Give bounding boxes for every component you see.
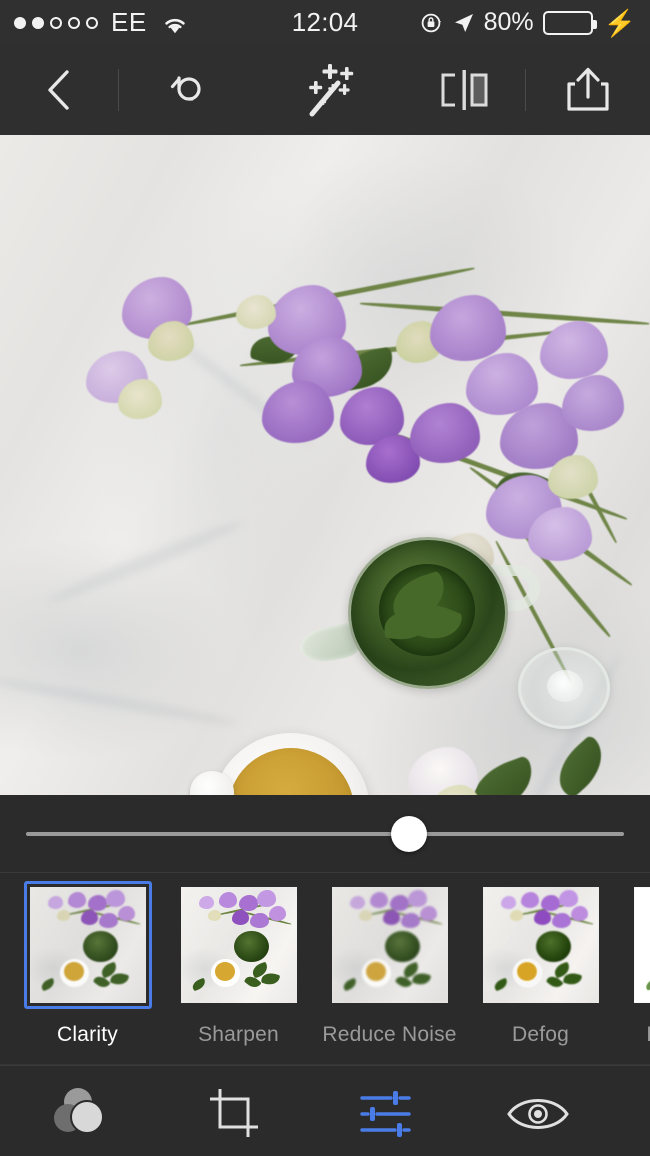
- before-after-compare-icon: [433, 65, 495, 115]
- nav-adjust-button[interactable]: [310, 1066, 462, 1156]
- filter-label: Exposure: [646, 1023, 650, 1047]
- share-icon: [563, 64, 613, 116]
- magic-wand-icon: [298, 58, 364, 122]
- app-screen: EE 12:04 80% ⚡ Clarity Sharpen Reduce No…: [0, 0, 650, 1156]
- looks-circles-icon: [49, 1084, 115, 1144]
- filter-item-reduce-noise[interactable]: Reduce Noise: [314, 881, 465, 1047]
- eye-icon: [505, 1092, 571, 1136]
- glass-teapot: [348, 537, 508, 689]
- filter-thumb-frame: [326, 881, 454, 1009]
- thumbnail-image: [482, 887, 599, 1003]
- thumbnail-image: [331, 887, 448, 1003]
- filter-item-defog[interactable]: Defog: [465, 881, 616, 1047]
- thumbnail-image: [180, 887, 297, 1003]
- undo-button[interactable]: [119, 45, 259, 135]
- filter-thumbnail: [331, 887, 448, 1003]
- filter-thumb-frame: [175, 881, 303, 1009]
- filter-item-sharpen[interactable]: Sharpen: [163, 881, 314, 1047]
- nav-crop-button[interactable]: [158, 1066, 310, 1156]
- filter-label: Reduce Noise: [322, 1023, 457, 1046]
- filter-item-exposure[interactable]: Exposure: [616, 881, 650, 1047]
- filter-thumb-frame: [628, 881, 650, 1009]
- filter-thumb-frame: [477, 881, 605, 1009]
- filter-thumbnail: [633, 887, 650, 1003]
- filter-label: Clarity: [57, 1023, 118, 1046]
- filter-thumbnail: [482, 887, 599, 1003]
- compare-button[interactable]: [403, 45, 525, 135]
- thumbnail-image: [29, 887, 146, 1003]
- filter-filmstrip[interactable]: Clarity Sharpen Reduce Noise Defog: [0, 873, 650, 1065]
- adjust-sliders-icon: [359, 1089, 413, 1139]
- share-button[interactable]: [526, 45, 650, 135]
- nav-selection-button[interactable]: [614, 1066, 650, 1156]
- photo-canvas[interactable]: [0, 135, 650, 795]
- crop-icon: [208, 1087, 260, 1141]
- clarity-slider[interactable]: [26, 814, 624, 854]
- teapot-interior: [379, 564, 475, 656]
- auto-enhance-button[interactable]: [276, 45, 386, 135]
- filter-thumbnail: [180, 887, 297, 1003]
- bottom-tool-nav: [0, 1065, 650, 1156]
- filter-item-clarity[interactable]: Clarity: [12, 881, 163, 1047]
- filter-label: Sharpen: [198, 1023, 279, 1046]
- back-button[interactable]: [0, 45, 118, 135]
- back-chevron-icon: [42, 67, 76, 113]
- filter-thumbnail: [29, 887, 146, 1003]
- slider-track[interactable]: [26, 831, 624, 836]
- nav-looks-button[interactable]: [6, 1066, 158, 1156]
- tea-liquid: [228, 748, 354, 795]
- edited-photo: [0, 135, 650, 795]
- top-toolbar: [0, 45, 650, 135]
- slider-thumb[interactable]: [390, 815, 427, 852]
- glass-lid: [518, 647, 610, 729]
- adjustment-slider-area: [0, 795, 650, 873]
- battery-cap: [592, 19, 597, 29]
- undo-icon: [165, 66, 213, 114]
- thumbnail-image: [633, 887, 650, 1003]
- battery-icon: [542, 10, 597, 35]
- nav-red-eye-button[interactable]: [462, 1066, 614, 1156]
- status-bar: EE 12:04 80% ⚡: [0, 0, 650, 45]
- filter-thumb-frame: [23, 881, 152, 1009]
- filter-label: Defog: [511, 1023, 570, 1046]
